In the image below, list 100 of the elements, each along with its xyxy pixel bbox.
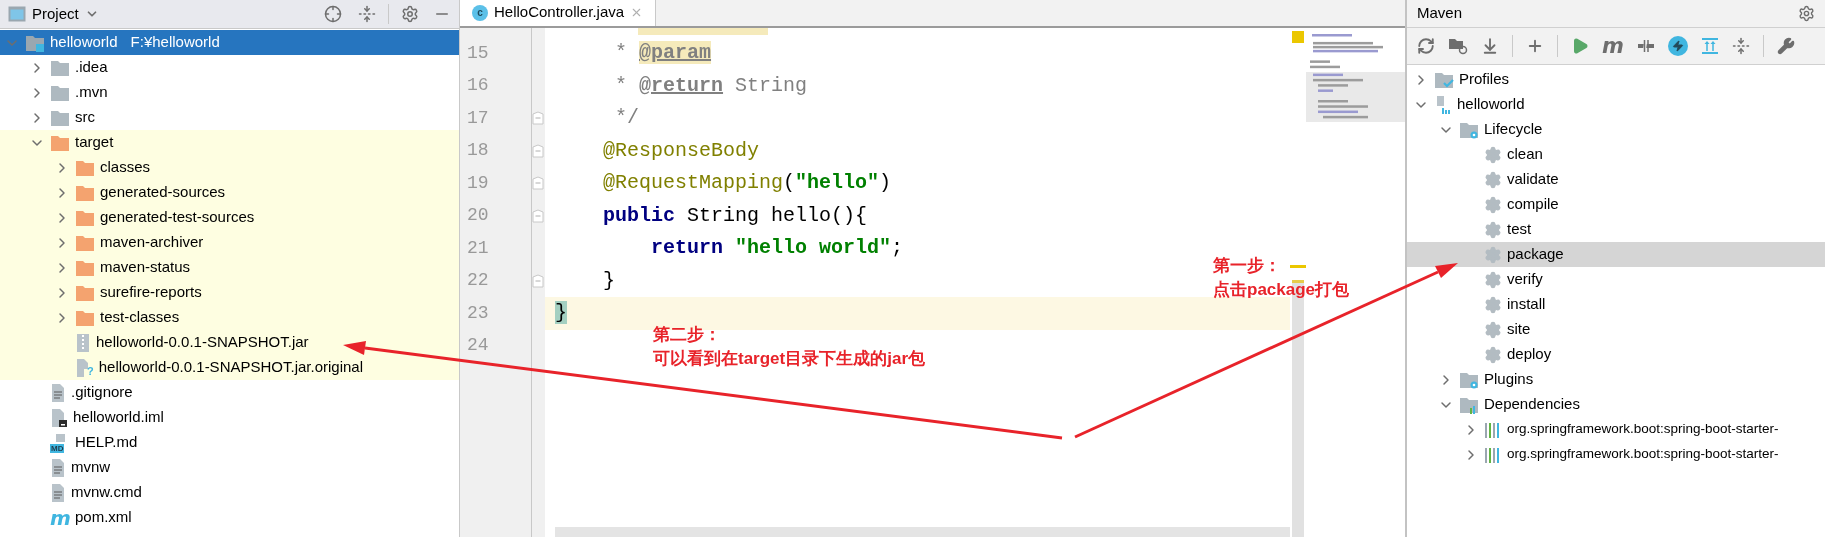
tree-row[interactable]: package (1407, 242, 1825, 267)
unknown-type-label: ? (87, 366, 94, 377)
tree-row[interactable]: Lifecycle (1407, 117, 1825, 142)
tree-row[interactable]: generated-test-sources (0, 205, 459, 230)
reload-icon[interactable] (1417, 37, 1435, 55)
gear-folder-icon (1459, 120, 1479, 139)
tree-row[interactable]: site (1407, 317, 1825, 342)
panel-title: Project (32, 3, 79, 24)
annotation-text: 第一步： (1213, 255, 1281, 277)
line-number: 23 (467, 302, 489, 323)
tree-label: test (1507, 219, 1532, 240)
tree-label: clean (1507, 144, 1543, 165)
code-line: @RequestMapping("hello") (602, 170, 892, 197)
tree-row[interactable]: .idea (0, 55, 459, 80)
tree-label: validate (1507, 169, 1559, 190)
folder-icon (50, 108, 70, 127)
tree-label: install (1507, 294, 1546, 315)
file-name: src (75, 107, 95, 128)
tree-row[interactable]: verify (1407, 267, 1825, 292)
module-file-icon (50, 407, 68, 428)
file-name: target (75, 132, 114, 153)
fold-marker-icon[interactable] (532, 111, 544, 126)
tree-row[interactable]: Profiles (1407, 67, 1825, 92)
tree-row[interactable]: classes (0, 155, 459, 180)
line-number: 15 (467, 42, 489, 63)
horizontal-scrollbar[interactable] (555, 527, 1290, 537)
line-number: 19 (467, 172, 489, 193)
gear-icon (1484, 320, 1502, 339)
folder-icon (75, 233, 95, 252)
tree-row[interactable]: test-classes (0, 305, 459, 330)
offline-mode-icon[interactable] (1667, 36, 1688, 56)
tree-row[interactable]: maven-archiver (0, 230, 459, 255)
file-name: generated-test-sources (100, 207, 255, 228)
locate-icon[interactable] (324, 5, 342, 23)
tree-row[interactable]: generated-sources (0, 180, 459, 205)
gear-icon (1484, 145, 1502, 164)
tree-row[interactable]: mvnw (0, 455, 459, 480)
line-number: 17 (467, 107, 489, 128)
fold-marker-icon[interactable] (532, 143, 544, 158)
tree-row[interactable]: maven-status (0, 255, 459, 280)
tree-label: Plugins (1484, 369, 1534, 390)
tree-row[interactable]: helloworld (1407, 92, 1825, 117)
fold-marker-icon[interactable] (532, 208, 544, 223)
tree-row[interactable]: org.springframework.boot:spring-boot-starter- (1407, 417, 1825, 442)
editor-tab[interactable]: c HelloController.java (460, 0, 657, 26)
execute-goal-button[interactable]: m (1602, 35, 1624, 57)
tree-row[interactable]: ? helloworld-0.0.1-SNAPSHOT.jar.original (0, 355, 459, 380)
settings-icon[interactable] (401, 5, 419, 23)
tree-row[interactable]: .mvn (0, 80, 459, 105)
tree-row[interactable]: org.springframework.boot:spring-boot-starter- (1407, 442, 1825, 467)
tree-row[interactable]: helloworld-0.0.1-SNAPSHOT.jar (0, 330, 459, 355)
tree-row[interactable]: target (0, 130, 459, 155)
tree-row[interactable]: src (0, 105, 459, 130)
tree-row[interactable]: helloworld.iml (0, 405, 459, 430)
module-folder-icon (25, 33, 45, 52)
profiles-folder-icon (1434, 70, 1454, 89)
file-name: helloworld-0.0.1-SNAPSHOT.jar (96, 332, 309, 353)
wrench-icon[interactable] (1776, 37, 1795, 55)
code-line: public String hello(){ (602, 202, 868, 229)
tree-row[interactable]: validate (1407, 167, 1825, 192)
tree-row[interactable]: Dependencies (1407, 392, 1825, 417)
tree-row[interactable]: .gitignore (0, 380, 459, 405)
line-number: 16 (467, 75, 489, 96)
tree-row[interactable]: MD HELP.md (0, 430, 459, 455)
tree-row[interactable]: mvnw.cmd (0, 480, 459, 505)
tree-label: Dependencies (1484, 394, 1580, 415)
settings-icon[interactable] (1798, 5, 1815, 22)
download-icon[interactable] (1481, 37, 1499, 55)
gear-icon (1484, 170, 1502, 189)
fold-marker-icon[interactable] (532, 273, 544, 288)
tree-row[interactable]: m pom.xml (0, 505, 459, 530)
code-line: */ (614, 105, 639, 132)
annotation-text: 点击package打包 (1213, 279, 1350, 301)
collapse-all-icon[interactable] (1731, 37, 1750, 55)
folder-icon (50, 133, 70, 152)
fold-marker-icon[interactable] (532, 176, 544, 191)
file-name: .gitignore (71, 382, 133, 403)
tree-label: org.springframework.boot:spring-boot-starter- (1507, 420, 1779, 439)
tree-row[interactable]: compile (1407, 192, 1825, 217)
file-name: classes (100, 157, 151, 178)
tree-row[interactable]: deploy (1407, 342, 1825, 367)
skip-tests-icon[interactable] (1636, 38, 1655, 54)
add-icon[interactable] (1526, 37, 1544, 55)
annotation-text: 第二步： (653, 324, 721, 346)
gear-icon (1484, 270, 1502, 289)
folder-reload-icon[interactable] (1448, 37, 1468, 55)
collapse-all-icon[interactable] (358, 5, 376, 23)
tree-row[interactable]: test (1407, 217, 1825, 242)
window-icon (8, 6, 26, 22)
library-icon (1484, 445, 1502, 464)
tree-row[interactable]: install (1407, 292, 1825, 317)
tree-row[interactable]: Plugins (1407, 367, 1825, 392)
run-icon[interactable] (1571, 37, 1589, 55)
line-number: 18 (467, 140, 489, 161)
folder-icon (75, 183, 95, 202)
tree-row[interactable]: clean (1407, 142, 1825, 167)
tree-row[interactable]: helloworld F:¥helloworld (0, 30, 459, 55)
tree-row[interactable]: surefire-reports (0, 280, 459, 305)
line-number: 20 (467, 205, 489, 226)
code-line: @ResponseBody (602, 137, 760, 164)
